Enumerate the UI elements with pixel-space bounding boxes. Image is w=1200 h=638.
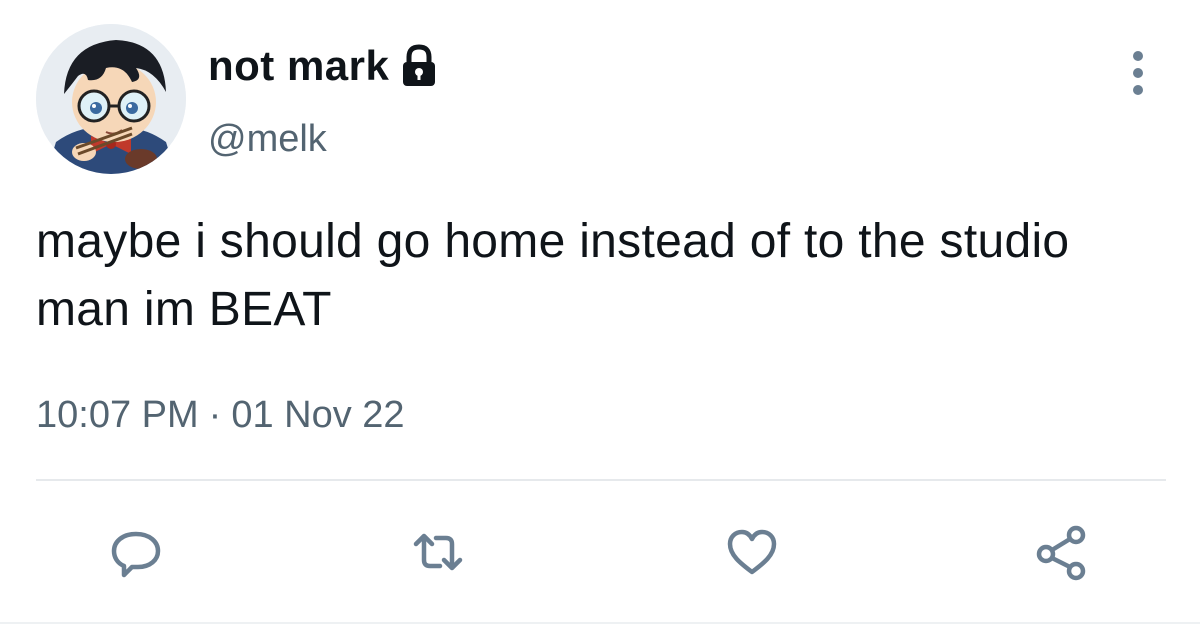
reply-button[interactable] (106, 522, 166, 582)
more-options-button[interactable] (1118, 48, 1158, 98)
retweet-icon (413, 533, 463, 571)
meta-separator: · (208, 394, 222, 436)
tweet-date: 01 Nov 22 (231, 394, 405, 436)
retweet-button[interactable] (408, 522, 468, 582)
user-handle[interactable]: @melk (208, 118, 327, 161)
share-icon (1036, 525, 1086, 581)
like-button[interactable] (722, 522, 782, 582)
tweet-time: 10:07 PM (36, 394, 199, 436)
tweet-card: not mark @melk maybe i should go home in… (0, 0, 1200, 638)
bottom-divider (0, 622, 1200, 624)
share-button[interactable] (1032, 522, 1092, 582)
reply-icon (111, 531, 161, 578)
display-name[interactable]: not mark (208, 42, 389, 90)
display-name-row[interactable]: not mark (208, 42, 441, 90)
lock-icon (397, 43, 441, 89)
heart-icon (727, 529, 777, 575)
tweet-timestamp[interactable]: 10:07 PM · 01 Nov 22 (36, 394, 405, 437)
avatar-image (36, 24, 186, 174)
tweet-text: maybe i should go home instead of to the… (36, 215, 1070, 336)
avatar[interactable] (36, 24, 186, 174)
more-vertical-icon (1133, 51, 1143, 95)
divider (36, 479, 1166, 481)
